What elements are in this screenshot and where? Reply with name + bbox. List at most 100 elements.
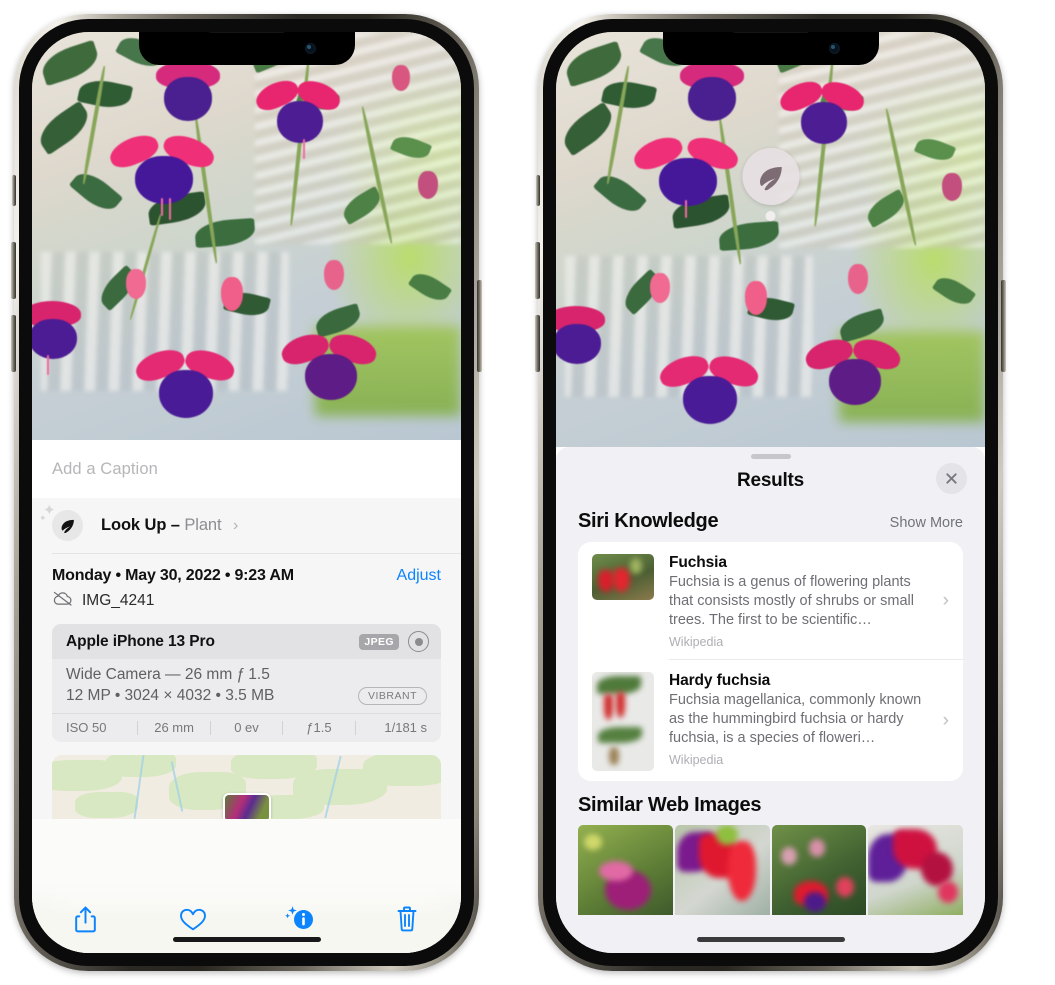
leaf-icon: [760, 166, 782, 190]
result-source: Wikipedia: [669, 635, 724, 649]
front-camera-left: [304, 43, 316, 54]
web-image-1[interactable]: [578, 825, 673, 915]
camera-model: Apple iPhone 13 Pro: [66, 632, 215, 650]
camera-card-body: Wide Camera — 26 mm ƒ 1.5 12 MP • 3024 ×…: [52, 659, 441, 713]
exif-iso: ISO 50: [66, 720, 107, 735]
home-indicator-left[interactable]: [172, 937, 321, 942]
web-image-3[interactable]: [771, 825, 867, 915]
iphone-right: Results Siri Knowledge Show More Fuchsia…: [535, 14, 1006, 971]
map-photo-pin[interactable]: [222, 793, 271, 819]
chevron-right-icon: ›: [942, 589, 949, 611]
section-title: Siri Knowledge: [578, 510, 719, 532]
result-title: Hardy fuchsia: [669, 672, 771, 689]
silence-switch-left[interactable]: [12, 175, 16, 206]
info-sparkle-icon: [285, 906, 314, 929]
phone-screen-left: Add a Caption ✦ ✦ Look Up – Plant › Mond…: [32, 32, 461, 953]
location-map[interactable]: [52, 755, 441, 819]
photo-viewer-left[interactable]: [32, 32, 461, 440]
flower: [676, 61, 748, 123]
look-up-row[interactable]: ✦ ✦ Look Up – Plant ›: [32, 498, 461, 553]
phone-bezel-right: Results Siri Knowledge Show More Fuchsia…: [543, 19, 998, 966]
results-sheet: Results Siri Knowledge Show More Fuchsia…: [556, 447, 985, 953]
photo-viewer-right[interactable]: [556, 32, 985, 447]
info-button[interactable]: [247, 904, 354, 934]
camera-info-card[interactable]: Apple iPhone 13 Pro JPEG Wide Camera — 2…: [52, 624, 441, 742]
caption-input[interactable]: Add a Caption: [52, 460, 158, 479]
flower: [32, 301, 89, 376]
flower: [106, 129, 219, 220]
photo-info-sheet: Add a Caption ✦ ✦ Look Up – Plant › Mond…: [32, 440, 461, 953]
share-button[interactable]: [32, 905, 139, 934]
chevron-right-icon: ›: [942, 709, 949, 731]
flower: [776, 75, 868, 154]
photo-foliage: [556, 32, 985, 447]
side-button-left[interactable]: [477, 280, 482, 372]
result-source: Wikipedia: [669, 753, 724, 767]
photographic-style-badge: VIBRANT: [357, 687, 427, 705]
exif-ev: 0 ev: [234, 720, 259, 735]
front-camera-right: [828, 43, 840, 54]
results-title: Results: [737, 470, 804, 491]
similar-images-strip[interactable]: [556, 825, 985, 915]
camera-lens-line: Wide Camera — 26 mm ƒ 1.5: [66, 666, 270, 683]
phone-bezel-left: Add a Caption ✦ ✦ Look Up – Plant › Mond…: [19, 19, 474, 966]
volume-down-button-right[interactable]: [535, 315, 540, 372]
flower: [656, 349, 762, 436]
show-more-button[interactable]: Show More: [890, 515, 963, 531]
close-button[interactable]: [936, 463, 967, 494]
trash-icon: [397, 906, 417, 932]
flower: [252, 75, 344, 159]
exif-row: ISO 50 26 mm 0 ev ƒ1.5 1/181 s: [52, 713, 441, 742]
photo-toolbar: [32, 885, 461, 953]
list-item[interactable]: Hardy fuchsia Fuchsia magellanica, commo…: [578, 660, 963, 781]
list-item[interactable]: Fuchsia Fuchsia is a genus of flowering …: [578, 542, 963, 659]
look-up-title: Look Up: [101, 516, 167, 534]
photo-filename: IMG_4241: [82, 592, 155, 609]
lens-icon: [408, 631, 429, 652]
look-up-dash: –: [170, 516, 180, 534]
exif-focal: 26 mm: [154, 720, 194, 735]
home-indicator-right[interactable]: [696, 937, 845, 942]
flower: [277, 329, 380, 412]
notch-right: [662, 32, 879, 65]
photo-date: Monday • May 30, 2022 • 9:23 AM: [52, 567, 294, 584]
icloud-slash-icon: [52, 591, 73, 611]
caption-field-row[interactable]: Add a Caption: [32, 440, 461, 498]
web-image-4[interactable]: [868, 825, 963, 915]
notch-left: [138, 32, 355, 65]
result-description: Fuchsia is a genus of flowering plants t…: [669, 574, 914, 628]
leaf-icon: ✦ ✦: [39, 503, 83, 541]
photo-metadata: Monday • May 30, 2022 • 9:23 AM Adjust I…: [32, 554, 461, 611]
camera-specs-line: 12 MP • 3024 × 4032 • 3.5 MB: [66, 687, 275, 704]
side-button-right[interactable]: [1001, 280, 1006, 372]
badge-anchor-dot: [765, 211, 776, 221]
earpiece-speaker-right: [731, 32, 810, 33]
iphone-left: Add a Caption ✦ ✦ Look Up – Plant › Mond…: [11, 14, 482, 971]
result-thumbnail: [592, 554, 654, 600]
siri-knowledge-card: Fuchsia Fuchsia is a genus of flowering …: [578, 542, 963, 781]
adjust-button[interactable]: Adjust: [397, 567, 441, 585]
share-icon: [75, 906, 96, 932]
screenshot-stage: Add a Caption ✦ ✦ Look Up – Plant › Mond…: [0, 0, 1055, 985]
volume-up-button-right[interactable]: [535, 242, 540, 299]
result-title: Fuchsia: [669, 554, 727, 571]
close-icon: [946, 473, 957, 484]
volume-up-button-left[interactable]: [11, 242, 16, 299]
siri-knowledge-header: Siri Knowledge Show More: [556, 503, 985, 542]
flower: [556, 305, 613, 376]
delete-button[interactable]: [354, 905, 461, 933]
plant-lookup-badge[interactable]: [742, 148, 799, 221]
exif-shutter: 1/181 s: [384, 720, 428, 735]
photo-foliage: [32, 32, 461, 440]
silence-switch-right[interactable]: [536, 175, 540, 206]
phone-screen-right: Results Siri Knowledge Show More Fuchsia…: [556, 32, 985, 953]
flower: [630, 131, 743, 218]
result-description: Fuchsia magellanica, commonly known as t…: [669, 692, 922, 746]
exif-aperture: ƒ1.5: [306, 720, 332, 735]
section-title: Similar Web Images: [578, 794, 762, 816]
heart-icon: [179, 908, 206, 930]
favorite-button[interactable]: [139, 907, 246, 932]
web-image-2[interactable]: [674, 825, 770, 915]
flower: [801, 334, 904, 417]
volume-down-button-left[interactable]: [11, 315, 16, 372]
